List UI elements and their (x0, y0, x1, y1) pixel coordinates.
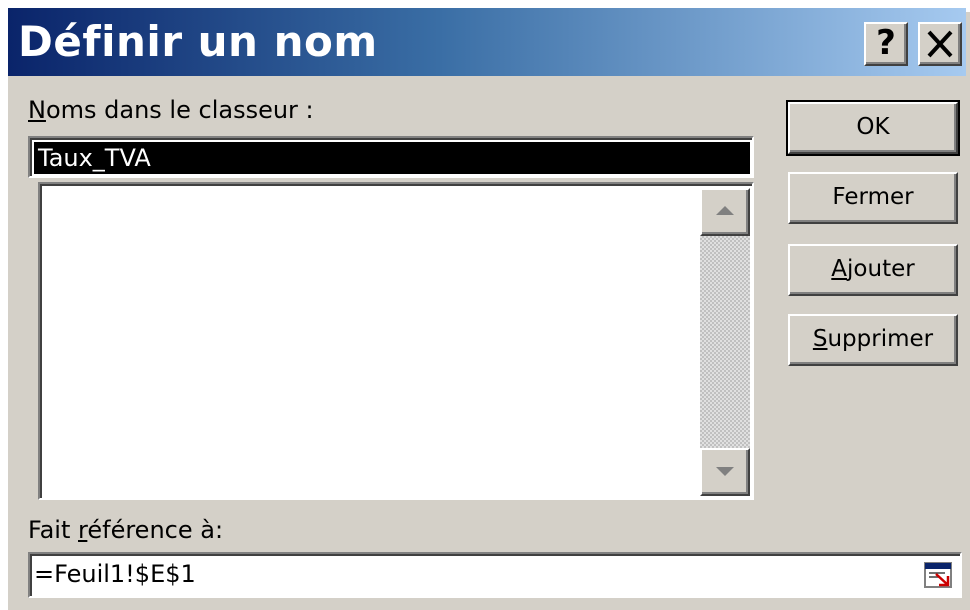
names-listbox[interactable] (38, 182, 754, 500)
name-input[interactable]: Taux_TVA (28, 136, 754, 178)
add-button[interactable]: Ajouter (788, 244, 958, 296)
scroll-down-button[interactable] (700, 448, 750, 496)
ok-button[interactable]: OK (786, 100, 960, 156)
delete-button[interactable]: Supprimer (788, 314, 958, 366)
help-button[interactable]: ? (864, 22, 908, 66)
name-input-value: Taux_TVA (34, 142, 750, 174)
refers-to-value: =Feuil1!$E$1 (34, 560, 196, 588)
close-dialog-button[interactable]: Fermer (788, 172, 958, 224)
refers-to-label-rest: éférence à: (87, 516, 224, 544)
names-label-rest: oms dans le classeur : (45, 96, 314, 124)
refers-to-label: Fait référence à: (28, 516, 223, 544)
delete-button-accel: S (812, 326, 828, 352)
title-bar[interactable]: Définir un nom ? (8, 8, 966, 76)
close-icon (927, 30, 953, 58)
add-button-accel: A (831, 256, 848, 282)
delete-button-rest: upprimer (827, 326, 934, 352)
scroll-up-arrow-icon (716, 206, 734, 215)
refers-to-label-accel: r (78, 516, 88, 544)
refers-to-label-prefix: Fait (28, 516, 79, 544)
dialog-title: Définir un nom (18, 17, 378, 66)
names-in-workbook-label: Noms dans le classeur : (28, 96, 314, 124)
close-button[interactable] (918, 22, 962, 66)
scroll-down-arrow-icon (716, 467, 734, 476)
listbox-scrollbar[interactable] (700, 188, 750, 496)
collapse-dialog-icon[interactable] (924, 562, 952, 588)
refers-to-input[interactable]: =Feuil1!$E$1 (28, 552, 962, 598)
names-label-accel: N (28, 96, 46, 124)
scroll-up-button[interactable] (700, 188, 750, 236)
help-icon: ? (876, 23, 896, 63)
add-button-rest: jouter (847, 256, 915, 282)
